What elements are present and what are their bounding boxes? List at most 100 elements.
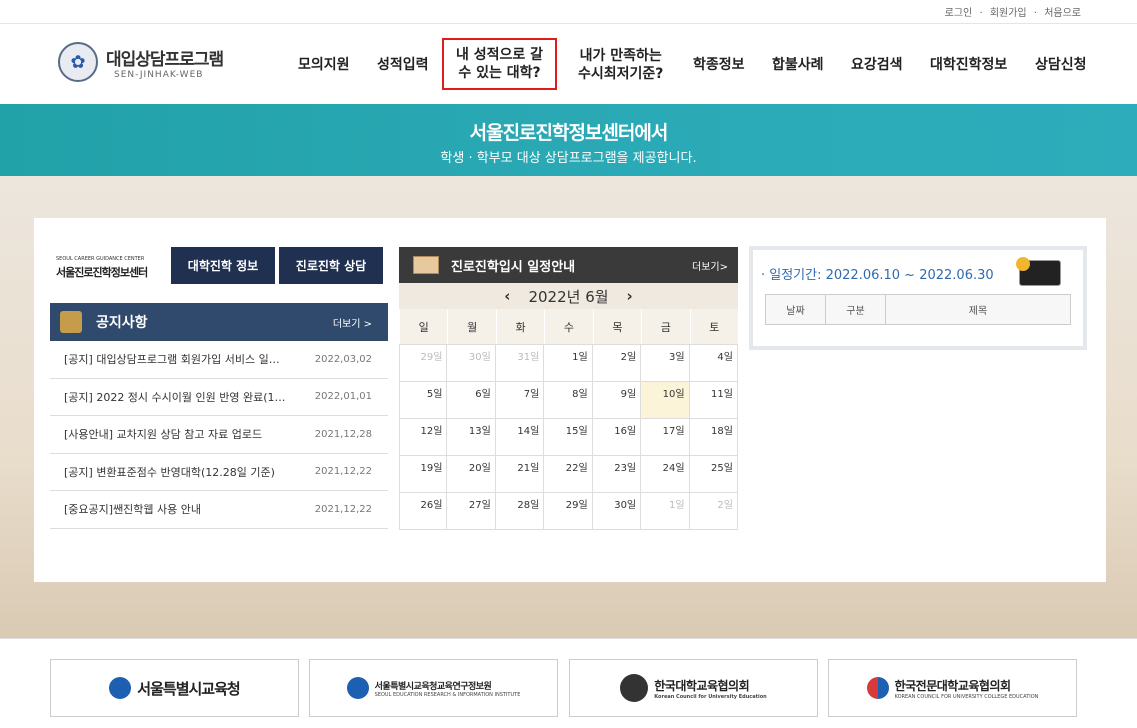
nav-pass-fail-cases[interactable]: 합불사례 xyxy=(772,56,824,74)
calendar-day[interactable]: 31일 xyxy=(495,345,545,382)
univ-info-button[interactable]: 대학진학 정보 xyxy=(171,247,275,284)
calendar-day[interactable]: 26일 xyxy=(399,493,448,530)
calendar-week: 29일 30일 31일 1일 2일 3일 4일 xyxy=(399,345,738,382)
calendar-day[interactable]: 15일 xyxy=(544,419,593,456)
notice-item[interactable]: [공지] 2022 정시 수시이월 인원 반영 완료(1… 2022,01,01 xyxy=(50,379,388,416)
weekday-label: 일 xyxy=(399,309,447,344)
next-month-icon[interactable]: › xyxy=(627,287,633,305)
nav-guide-search[interactable]: 요강검색 xyxy=(851,56,903,74)
nav-susi-minimum[interactable]: 내가 만족하는 수시최저기준? xyxy=(578,47,663,83)
calendar-day[interactable]: 28일 xyxy=(495,493,545,530)
schedule-panel: · 일정기간: 2022.06.10 ~ 2022.06.30 날짜 구분 제목 xyxy=(749,246,1087,350)
nav-my-score-univ[interactable]: 내 성적으로 갈 수 있는 대학? xyxy=(442,38,558,90)
nav-mock-apply[interactable]: 모의지원 xyxy=(298,56,350,74)
calendar-day[interactable]: 4일 xyxy=(689,345,738,382)
kcue-emblem-icon xyxy=(620,674,649,702)
logo-title: 대입상담프로그램 xyxy=(106,49,224,70)
weekday-header: 일 월 화 수 목 금 토 xyxy=(399,309,738,345)
calendar-more-link[interactable]: 더보기> xyxy=(692,258,728,273)
nav-consult-apply[interactable]: 상담신청 xyxy=(1035,56,1087,74)
signup-link[interactable]: 회원가입 xyxy=(990,8,1027,19)
calendar-day[interactable]: 19일 xyxy=(399,456,448,493)
calendar-day[interactable]: 12일 xyxy=(399,419,448,456)
schedule-col-type: 구분 xyxy=(825,294,886,325)
kcce-emblem-icon xyxy=(866,677,889,699)
calendar-day[interactable]: 1일 xyxy=(544,345,593,382)
nav-score-input[interactable]: 성적입력 xyxy=(377,56,429,74)
calendar-day[interactable]: 17일 xyxy=(641,419,690,456)
calendar-day[interactable]: 20일 xyxy=(447,456,496,493)
partner-kcce[interactable]: 한국전문대학교육협의회 KOREAN COUNCIL FOR UNIVERSIT… xyxy=(828,659,1077,717)
main-nav: 모의지원 성적입력 내 성적으로 갈 수 있는 대학? 내가 만족하는 수시최저… xyxy=(285,38,1097,94)
calendar-month-label: 2022년 6월 xyxy=(528,287,609,306)
calendar-day[interactable]: 25일 xyxy=(689,456,738,493)
nav-hakjong-info[interactable]: 학종정보 xyxy=(693,56,745,74)
schedule-col-title: 제목 xyxy=(885,294,1071,325)
calendar-day[interactable]: 23일 xyxy=(592,456,642,493)
calendar-month-bar: ‹ 2022년 6월 › xyxy=(399,283,738,309)
separator: · xyxy=(979,8,983,19)
calendar-day[interactable]: 9일 xyxy=(592,382,642,419)
calendar-day[interactable]: 13일 xyxy=(447,419,496,456)
notice-header: 공지사항 더보기 > xyxy=(50,303,388,341)
login-link[interactable]: 로그인 xyxy=(945,8,973,19)
notice-item-title: [공지] 대입상담프로그램 회원가입 서비스 일… xyxy=(64,353,280,367)
calendar-week: 19일 20일 21일 22일 23일 24일 25일 xyxy=(399,456,738,493)
career-consult-button[interactable]: 진로진학 상담 xyxy=(279,247,383,284)
calendar-day[interactable]: 14일 xyxy=(495,419,545,456)
calendar-day[interactable]: 24일 xyxy=(641,456,690,493)
partner-name: 서울특별시교육청교육연구정보원 xyxy=(374,681,492,692)
notice-item[interactable]: [사용안내] 교차지원 상담 참고 자료 업로드 2021,12,28 xyxy=(50,416,388,454)
banner-subtitle: 학생 · 학부모 대상 상담프로그램을 제공합니다. xyxy=(440,151,697,166)
partner-kcue[interactable]: 한국대학교육협의회 Korean Council for University … xyxy=(569,659,818,717)
clock-icon xyxy=(1016,257,1061,286)
calendar-day[interactable]: 8일 xyxy=(544,382,593,419)
notice-item[interactable]: [중요공지]쌘진학웹 사용 안내 2021,12,22 xyxy=(50,491,388,529)
partner-seoul-education[interactable]: 서울특별시교육청 xyxy=(50,659,299,717)
calendar-day[interactable]: 27일 xyxy=(447,493,496,530)
notice-item[interactable]: [공지] 대입상담프로그램 회원가입 서비스 일… 2022,03,02 xyxy=(50,341,388,379)
calendar-week: 26일 27일 28일 29일 30일 1일 2일 xyxy=(399,493,738,530)
calendar-day-today[interactable]: 10일 xyxy=(641,382,690,419)
weekday-label: 화 xyxy=(495,309,544,344)
calendar-day[interactable]: 16일 xyxy=(592,419,642,456)
notice-item-title: [공지] 변환표준점수 반영대학(12.28일 기준) xyxy=(64,465,275,479)
calendar-day[interactable]: 6일 xyxy=(447,382,496,419)
calendar-day[interactable]: 30일 xyxy=(447,345,496,382)
separator: · xyxy=(1033,8,1037,19)
home-link[interactable]: 처음으로 xyxy=(1044,8,1081,19)
nav-univ-info[interactable]: 대학진학정보 xyxy=(930,56,1007,74)
calendar-day[interactable]: 21일 xyxy=(495,456,545,493)
calendar-day[interactable]: 29일 xyxy=(399,345,448,382)
weekday-label: 월 xyxy=(447,309,495,344)
schedule-period: · 일정기간: 2022.06.10 ~ 2022.06.30 xyxy=(761,268,994,283)
calendar-day[interactable]: 30일 xyxy=(592,493,642,530)
calendar-day[interactable]: 22일 xyxy=(544,456,593,493)
notice-item-date: 2021,12,22 xyxy=(314,466,372,478)
calendar-day[interactable]: 18일 xyxy=(689,419,738,456)
calendar-day[interactable]: 11일 xyxy=(689,382,738,419)
calendar-day[interactable]: 7일 xyxy=(495,382,545,419)
calendar-day[interactable]: 2일 xyxy=(689,493,738,530)
banner-title: 서울진로진학정보센터에서 xyxy=(469,122,669,144)
calendar-day[interactable]: 2일 xyxy=(592,345,642,382)
partner-seri[interactable]: 서울특별시교육청교육연구정보원 SEOUL EDUCATION RESEARCH… xyxy=(309,659,558,717)
prev-month-icon[interactable]: ‹ xyxy=(504,287,510,305)
calendar-day[interactable]: 1일 xyxy=(641,493,690,530)
notice-item-date: 2022,01,01 xyxy=(314,391,372,403)
calendar-day[interactable]: 3일 xyxy=(641,345,690,382)
schedule-table: 날짜 구분 제목 xyxy=(765,294,1071,325)
notice-list: [공지] 대입상담프로그램 회원가입 서비스 일… 2022,03,02 [공지]… xyxy=(50,341,388,529)
notice-item-title: [사용안내] 교차지원 상담 참고 자료 업로드 xyxy=(64,428,263,442)
calendar-day[interactable]: 29일 xyxy=(544,493,593,530)
calendar-day[interactable]: 5일 xyxy=(399,382,448,419)
notice-item[interactable]: [공지] 변환표준점수 반영대학(12.28일 기준) 2021,12,22 xyxy=(50,454,388,491)
site-logo[interactable]: ✿ 대입상담프로그램 SEN-JINHAK-WEB xyxy=(58,42,224,82)
calendar-icon xyxy=(413,256,439,274)
notice-item-date: 2021,12,28 xyxy=(314,428,372,440)
megaphone-icon xyxy=(60,311,82,333)
notice-more-link[interactable]: 더보기 > xyxy=(333,315,372,330)
calendar-grid: 일 월 화 수 목 금 토 29일 30일 31일 1일 2일 3일 4일 5일… xyxy=(399,309,738,530)
weekday-label: 토 xyxy=(689,309,738,344)
calendar-week: 5일 6일 7일 8일 9일 10일 11일 xyxy=(399,382,738,419)
